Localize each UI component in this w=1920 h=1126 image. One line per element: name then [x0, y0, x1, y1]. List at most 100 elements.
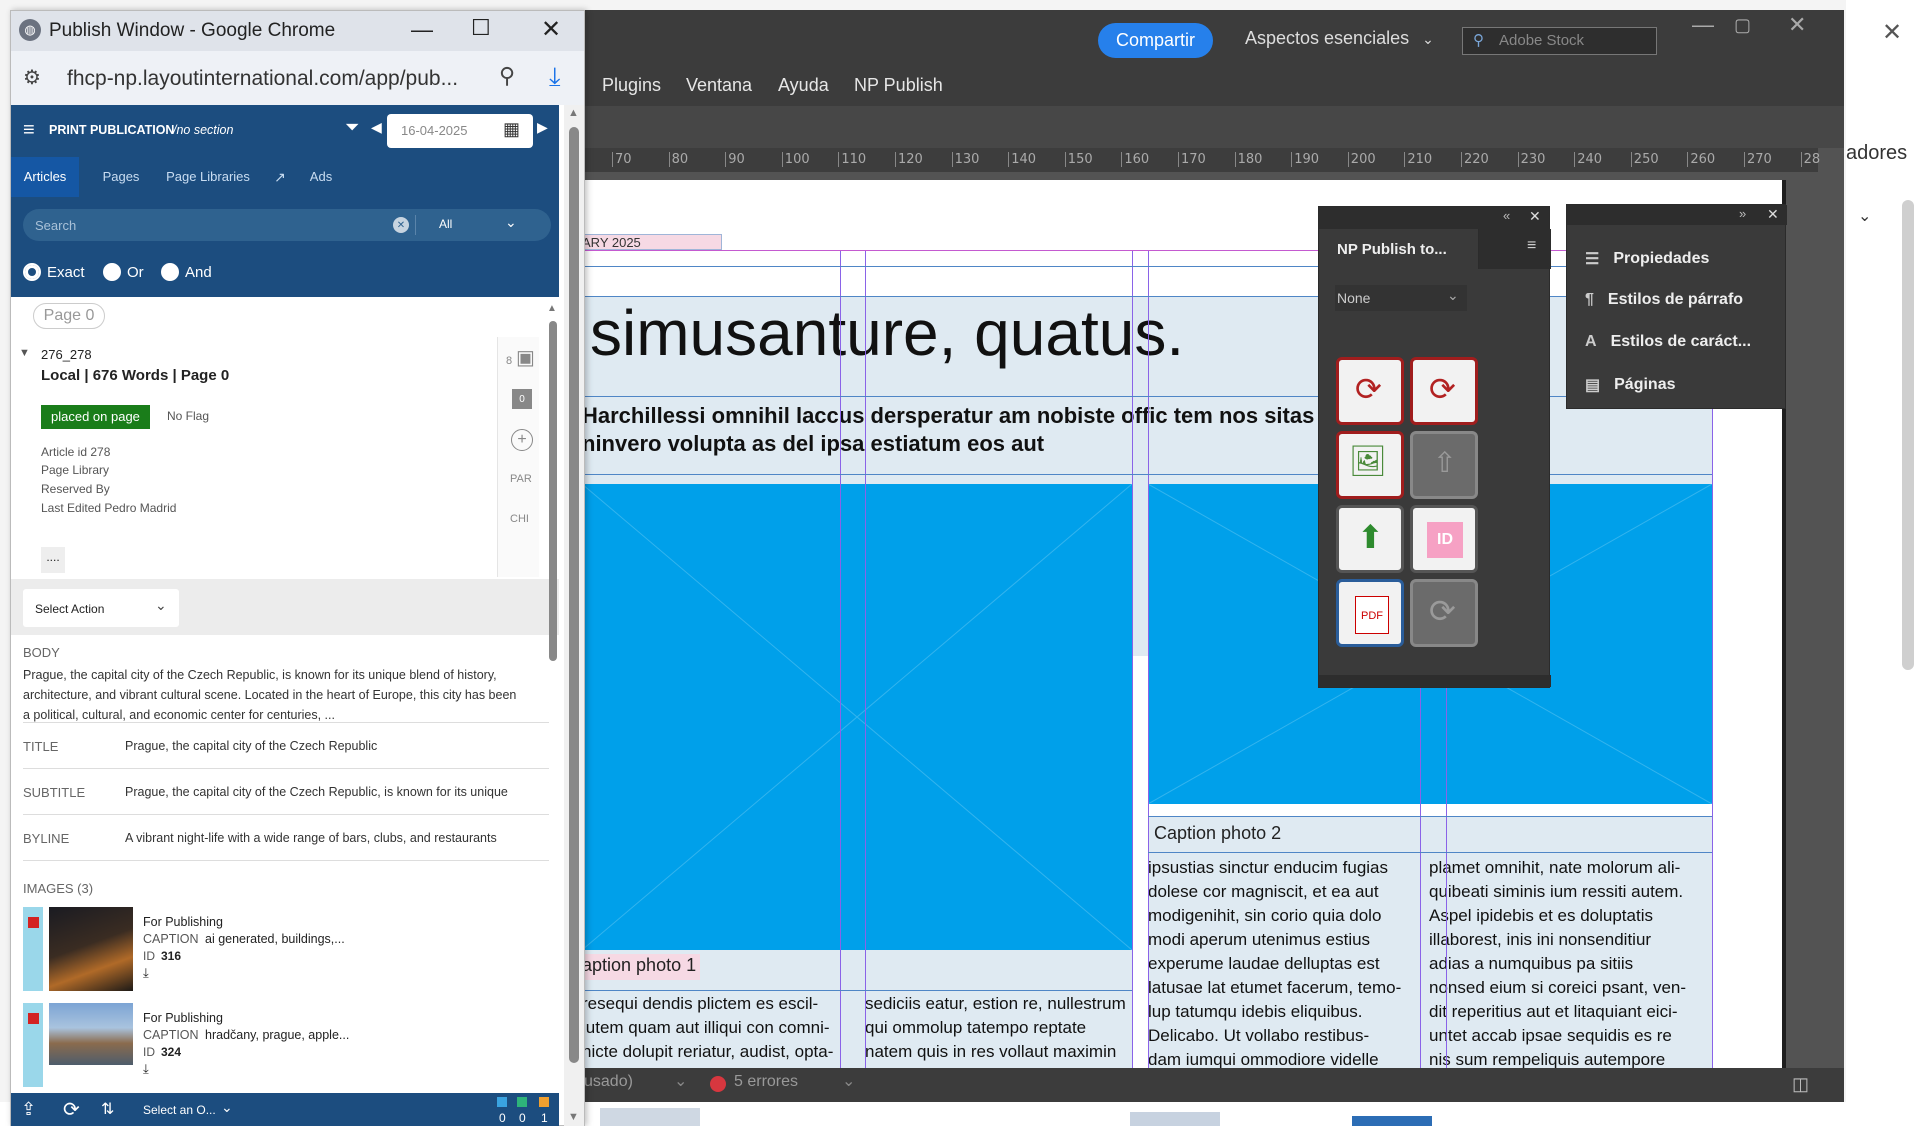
body-field[interactable]: BODY Prague, the capital city of the Cze…	[23, 641, 549, 723]
search-input[interactable]: Search ✕ All ⌄	[23, 209, 551, 241]
adobe-stock-search[interactable]: ⚲ Adobe Stock	[1462, 27, 1657, 55]
menu-ayuda[interactable]: Ayuda	[778, 75, 829, 96]
panel-resize-handle[interactable]	[1319, 675, 1551, 687]
body-column-4[interactable]: plamet omnihit, nate molorum ali- quibea…	[1429, 856, 1712, 1072]
radio-or[interactable]: Or	[103, 263, 144, 281]
scroll-up-icon[interactable]: ▲	[547, 303, 557, 314]
pdf-export-button[interactable]: PDF	[1336, 579, 1404, 647]
headline[interactable]: simusanture, quatus.	[590, 296, 1184, 370]
tab-pages[interactable]: Pages	[91, 157, 151, 197]
clear-icon[interactable]: ✕	[393, 217, 409, 233]
caption2[interactable]: Caption photo 2	[1154, 823, 1281, 844]
tab-articles[interactable]: Articles	[11, 157, 79, 197]
character-button[interactable]: CHI	[510, 513, 529, 525]
body-column-3[interactable]: ipsustias sinctur enducim fugias dolese …	[1148, 856, 1423, 1072]
image-item[interactable]: For Publishing CAPTION hradčany, prague,…	[23, 1003, 549, 1093]
byline-field[interactable]: BYLINE A vibrant night-life with a wide …	[23, 815, 549, 861]
update-images-button[interactable]: 🖼	[1336, 431, 1404, 499]
split-view-icon[interactable]: ◫	[1792, 1074, 1809, 1095]
export-icon[interactable]: ⇪	[21, 1099, 36, 1120]
filter-icon[interactable]: ⏷	[345, 117, 359, 138]
hamburger-menu-icon[interactable]: ≡	[23, 119, 35, 142]
menu-np-publish[interactable]: NP Publish	[854, 75, 943, 96]
article-summary[interactable]: Local | 676 Words | Page 0	[41, 367, 229, 384]
chevron-down-icon[interactable]: ⌄	[674, 1071, 687, 1091]
tab-ads[interactable]: Ads	[301, 157, 341, 197]
scroll-down-icon[interactable]: ▼	[568, 1111, 579, 1123]
gallery-icon[interactable]: ▣	[516, 345, 535, 370]
subhead[interactable]: Harchillessi omnihil laccus dersperatur …	[582, 402, 1418, 458]
workspace-switcher[interactable]: Aspectos esenciales ⌄	[1245, 28, 1434, 49]
minimize-icon[interactable]: —	[1692, 12, 1714, 38]
body-column-1[interactable]: resequi dendis plictem es escil- lutem q…	[582, 992, 847, 1064]
image-thumbnail[interactable]	[49, 1003, 133, 1065]
download-icon[interactable]: ⤓	[549, 61, 561, 93]
add-icon[interactable]: +	[511, 429, 533, 451]
maximize-icon[interactable]: ☐	[471, 15, 491, 41]
menu-plugins[interactable]: Plugins	[602, 75, 661, 96]
image-frame-1[interactable]	[582, 484, 1132, 950]
download-icon[interactable]: ⤓	[143, 1061, 149, 1077]
panel-item-pages[interactable]: ▤ Páginas	[1585, 375, 1675, 395]
paragraph-button[interactable]: PAR	[510, 473, 532, 485]
upload-button[interactable]: ⬆	[1336, 505, 1404, 573]
sync-disabled-button[interactable]: ⟳	[1410, 579, 1478, 647]
scroll-thumb[interactable]	[569, 127, 579, 1063]
scrollbar[interactable]: ▲ ▼	[564, 105, 584, 1126]
publish-target-dropdown[interactable]: None ⌄	[1335, 285, 1467, 311]
prev-date-icon[interactable]: ◀	[371, 119, 382, 136]
panel-item-character-styles[interactable]: A Estilos de caráct...	[1585, 333, 1751, 351]
tab-page-libraries[interactable]: Page Libraries	[159, 157, 257, 197]
body-column-2[interactable]: sediciis eatur, estion re, nullestrum qu…	[865, 992, 1130, 1064]
download-icon[interactable]: ⤓	[143, 965, 149, 981]
image-thumbnail[interactable]	[49, 907, 133, 991]
error-count[interactable]: 5 errores	[734, 1073, 798, 1091]
chevron-down-icon[interactable]: ⌄	[505, 214, 517, 231]
menu-icon[interactable]: ≡	[1527, 237, 1536, 255]
share-button[interactable]: Compartir	[1098, 23, 1213, 58]
calendar-icon[interactable]: ▦	[503, 119, 520, 140]
site-settings-icon[interactable]: ⚙	[23, 65, 41, 90]
refresh-icon[interactable]: ⟳	[63, 1097, 80, 1122]
image-item[interactable]: For Publishing CAPTION ai generated, bui…	[23, 907, 549, 997]
page-chip[interactable]: Page 0	[33, 303, 105, 329]
panel-item-properties[interactable]: ☰ Propiedades	[1585, 249, 1709, 269]
chevron-down-icon[interactable]: ⌄	[842, 1071, 855, 1091]
panel-item-paragraph-styles[interactable]: ¶ Estilos de párrafo	[1585, 291, 1743, 309]
filter-select-value[interactable]: All	[439, 217, 452, 231]
close-icon[interactable]: ✕	[1882, 18, 1902, 47]
close-icon[interactable]: ✕	[541, 15, 561, 44]
caption1[interactable]: aption photo 1	[582, 955, 696, 976]
scroll-up-icon[interactable]: ▲	[568, 107, 579, 119]
chevron-down-icon[interactable]: ⌄	[221, 1099, 233, 1116]
chevron-down-icon[interactable]: ⌄	[1858, 206, 1871, 226]
sort-icon[interactable]: ⇅	[101, 1099, 114, 1119]
inner-scrollbar[interactable]: ▲	[547, 303, 559, 663]
menu-ventana[interactable]: Ventana	[686, 75, 752, 96]
update-document-button[interactable]: ⟳	[1410, 357, 1478, 425]
indesign-export-button[interactable]: ID	[1410, 505, 1478, 573]
scroll-thumb[interactable]	[549, 321, 557, 661]
title-field[interactable]: TITLE Prague, the capital city of the Cz…	[23, 723, 549, 769]
bottom-select[interactable]: Select an O...	[143, 1103, 216, 1117]
zoom-icon[interactable]: ⚲	[499, 63, 515, 89]
expand-icon[interactable]: »	[1739, 206, 1746, 221]
maximize-icon[interactable]: ▢	[1734, 15, 1751, 36]
address-bar[interactable]: ⚙ fhcp-np.layoutinternational.com/app/pu…	[11, 51, 584, 105]
scrollbar[interactable]	[1902, 200, 1914, 670]
radio-and[interactable]: And	[161, 263, 212, 281]
more-button[interactable]: ....	[41, 547, 65, 573]
close-icon[interactable]: ✕	[1529, 208, 1541, 225]
external-link-icon[interactable]: ↗	[265, 157, 295, 197]
panel-tab[interactable]: NP Publish to...	[1319, 229, 1479, 269]
next-date-icon[interactable]: ▶	[537, 119, 548, 136]
minimize-icon[interactable]: —	[411, 17, 433, 43]
url-text[interactable]: fhcp-np.layoutinternational.com/app/pub.…	[67, 67, 458, 91]
date-picker[interactable]: 16-04-2025 ▦	[387, 114, 533, 148]
collapse-arrow-icon[interactable]: ▼	[19, 347, 30, 359]
select-action-dropdown[interactable]: Select Action ⌄	[23, 589, 179, 627]
refresh-button[interactable]: ⟳	[1336, 357, 1404, 425]
close-icon[interactable]: ✕	[1767, 206, 1779, 223]
radio-exact[interactable]: Exact	[23, 263, 85, 281]
upload-disabled-button[interactable]: ⇧	[1410, 431, 1478, 499]
